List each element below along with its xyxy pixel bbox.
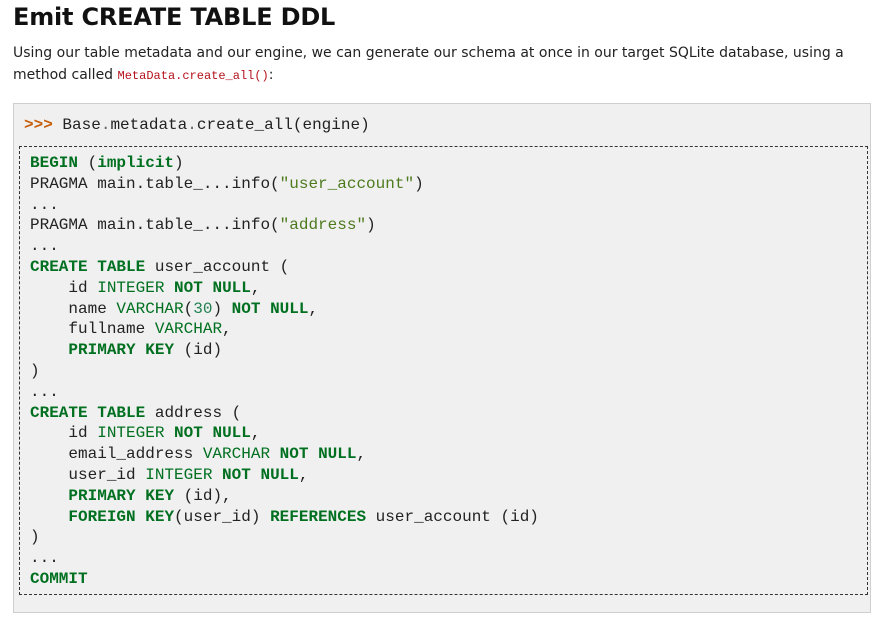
sql-line: ...: [30, 195, 59, 214]
inline-code-metadata-create-all: MetaData.create_all(): [117, 69, 269, 83]
code-block: >>> Base.metadata.create_all(engine) BEG…: [13, 103, 871, 613]
sql-line: CREATE TABLE user_account (: [30, 257, 290, 276]
sql-line: ): [30, 528, 40, 547]
intro-suffix: :: [268, 67, 274, 83]
sql-line: ...: [30, 382, 59, 401]
sql-line: id INTEGER NOT NULL,: [30, 424, 261, 443]
sql-line: ): [30, 361, 40, 380]
sql-line: email_address VARCHAR NOT NULL,: [30, 445, 367, 464]
code-prompt-line: >>> Base.metadata.create_all(engine): [24, 116, 370, 134]
sql-line: user_id INTEGER NOT NULL,: [30, 465, 309, 484]
sql-line: name VARCHAR(30) NOT NULL,: [30, 299, 319, 318]
sql-line: BEGIN (implicit): [30, 154, 184, 172]
python-prompt: >>>: [24, 116, 53, 134]
sql-line: PRIMARY KEY (id),: [68, 486, 232, 505]
intro-paragraph: Using our table metadata and our engine,…: [13, 42, 873, 87]
sql-line: ...: [30, 237, 59, 256]
code-attr: metadata: [110, 116, 188, 134]
sql-line: fullname VARCHAR,: [30, 320, 232, 339]
sql-line: FOREIGN KEY(user_id) REFERENCES user_acc…: [68, 507, 539, 526]
code-method: create_all: [196, 116, 293, 134]
sql-line: PRAGMA main.table_...info("address"): [30, 216, 376, 235]
sql-output: BEGIN (implicit) PRAGMA main.table_...in…: [30, 153, 539, 590]
sql-line: PRAGMA main.table_...info("user_account"…: [30, 174, 424, 193]
sql-line: PRIMARY KEY (id): [68, 341, 223, 360]
sql-line: CREATE TABLE address (: [30, 403, 242, 422]
sql-output-box: BEGIN (implicit) PRAGMA main.table_...in…: [19, 146, 868, 595]
code-object: Base: [62, 116, 101, 134]
page-heading: Emit CREATE TABLE DDL: [13, 3, 336, 31]
sql-line: COMMIT: [30, 569, 88, 588]
code-arg: (engine): [292, 116, 370, 134]
sql-line: ...: [30, 549, 59, 568]
sql-line: id INTEGER NOT NULL,: [30, 278, 261, 297]
